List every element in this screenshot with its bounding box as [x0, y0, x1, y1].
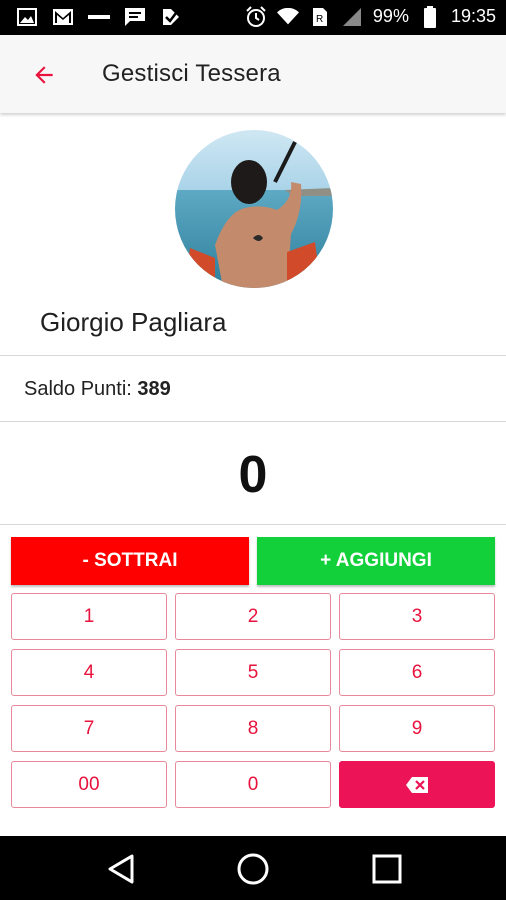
alarm-icon [245, 5, 267, 27]
back-button[interactable] [26, 57, 62, 93]
check-icon [160, 7, 182, 27]
navigation-bar [0, 836, 506, 900]
clock: 19:35 [450, 6, 496, 26]
divider [0, 355, 506, 356]
points-label: Saldo Punti: [24, 378, 132, 400]
key-1[interactable]: 1 [11, 593, 167, 640]
key-2[interactable]: 2 [175, 593, 331, 640]
add-button[interactable]: + AGGIUNGI [257, 537, 495, 585]
svg-text:R: R [316, 14, 323, 25]
key-8[interactable]: 8 [175, 705, 331, 752]
key-9[interactable]: 9 [339, 705, 495, 752]
key-5[interactable]: 5 [175, 649, 331, 696]
subtract-button[interactable]: - SOTTRAI [11, 537, 249, 585]
home-circle-icon[interactable] [236, 852, 270, 886]
avatar [175, 130, 333, 288]
key-0[interactable]: 0 [175, 761, 331, 808]
divider [0, 524, 506, 525]
battery-percentage: 99% [372, 6, 409, 26]
backspace-icon [406, 776, 428, 793]
message-icon [124, 7, 146, 27]
arrow-left-icon [35, 66, 53, 84]
back-triangle-icon[interactable] [104, 852, 138, 886]
points-balance: Saldo Punti: 389 [24, 378, 171, 401]
status-bar: R 99% 19:35 [0, 0, 506, 35]
divider [0, 421, 506, 422]
key-7[interactable]: 7 [11, 705, 167, 752]
backspace-button[interactable] [339, 761, 495, 808]
carrier-icon [88, 7, 110, 27]
wifi-icon [276, 7, 299, 27]
gmail-icon [52, 7, 74, 27]
app-bar: Gestisci Tessera [0, 35, 506, 113]
signal-icon [341, 7, 363, 27]
key-00[interactable]: 00 [11, 761, 167, 808]
recents-square-icon[interactable] [370, 852, 404, 886]
key-6[interactable]: 6 [339, 649, 495, 696]
points-value: 389 [137, 378, 171, 400]
key-3[interactable]: 3 [339, 593, 495, 640]
page-title: Gestisci Tessera [102, 60, 281, 87]
user-name: Giorgio Pagliara [40, 307, 227, 337]
sim-icon: R [309, 7, 331, 27]
points-counter: 0 [238, 446, 268, 504]
battery-icon [419, 5, 441, 28]
image-icon [16, 7, 38, 27]
key-4[interactable]: 4 [11, 649, 167, 696]
